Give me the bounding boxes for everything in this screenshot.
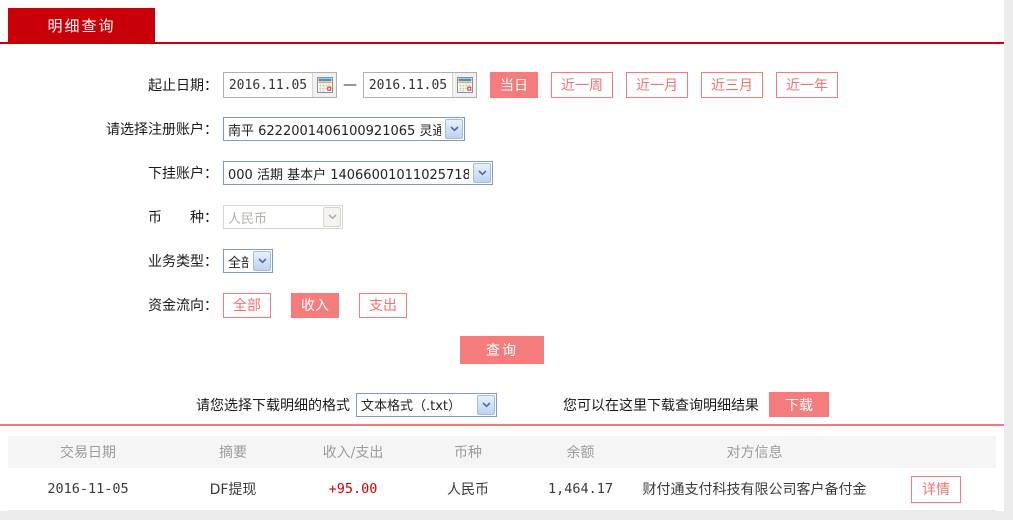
register-account-row: 请选择注册账户： 南平 6222001406100921065 灵通卡 [0, 116, 1004, 142]
table-header-row: 交易日期 摘要 收入/支出 币种 余额 对方信息 [8, 436, 996, 468]
cell-action: 详情 [876, 475, 996, 503]
business-type-label: 业务类型： [148, 254, 218, 270]
query-form: 起止日期： — [0, 44, 1004, 417]
date-separator: — [343, 77, 357, 93]
chevron-down-icon [473, 163, 491, 183]
download-button[interactable]: 下载 [769, 392, 829, 417]
cell-balance: 1,464.17 [547, 481, 614, 497]
currency-label: 币 种： [148, 210, 218, 226]
col-header-balance: 余额 [566, 445, 595, 461]
col-header-amount: 收入/支出 [322, 445, 384, 461]
detail-button[interactable]: 详情 [911, 475, 961, 503]
fund-flow-row: 资金流向： 全部 收入 支出 [0, 292, 1004, 318]
register-account-value: 南平 6222001406100921065 灵通卡 [228, 123, 441, 139]
start-date-field[interactable] [223, 72, 337, 98]
page-content: 明细查询 起止日期： 2016.11.05 — 2016.11.05 当日 近一… [0, 0, 1004, 511]
download-format-value: 文本格式（.txt） [361, 399, 462, 414]
quick-range-month-button[interactable]: 近一月 [626, 72, 688, 98]
sub-account-label: 下挂账户： [148, 166, 218, 182]
start-date-input[interactable] [224, 74, 312, 96]
fund-flow-income-button[interactable]: 收入 [291, 292, 339, 318]
cell-currency: 人民币 [447, 482, 489, 498]
query-button[interactable]: 查询 [460, 336, 544, 364]
download-format-select[interactable]: 文本格式（.txt） [356, 392, 497, 417]
end-date-input[interactable] [364, 74, 452, 96]
fund-flow-expense-button[interactable]: 支出 [359, 292, 407, 318]
quick-range-week-button[interactable]: 近一周 [551, 72, 613, 98]
currency-select: 人民币 [223, 205, 343, 229]
date-range-row: 起止日期： — [0, 72, 1004, 98]
tab-bar: 明细查询 [0, 0, 1004, 42]
chevron-down-icon [323, 207, 341, 227]
col-header-date: 交易日期 [60, 445, 116, 461]
col-header-summary: 摘要 [219, 445, 247, 461]
fund-flow-label: 资金流向： [148, 298, 218, 314]
cell-amount: +95.00 [328, 481, 378, 497]
sub-account-select[interactable]: 000 活期 基本户 1406600101102571848 [223, 161, 493, 185]
currency-row: 币 种： 人民币 [0, 204, 1004, 230]
currency-value: 人民币 [228, 211, 268, 227]
col-header-counterparty: 对方信息 [726, 445, 783, 461]
fund-flow-all-button[interactable]: 全部 [223, 292, 271, 318]
register-account-label: 请选择注册账户： [106, 122, 218, 138]
query-button-row: 查询 [0, 336, 1004, 364]
date-range-label: 起止日期： [148, 78, 218, 94]
col-header-currency: 币种 [454, 445, 482, 461]
table-top-divider [0, 424, 1004, 426]
business-type-row: 业务类型： 全部 [0, 248, 1004, 274]
download-hint-text: 您可以在这里下载查询明细结果 [563, 397, 759, 414]
business-type-value: 全部 [228, 255, 249, 271]
quick-range-3month-button[interactable]: 近三月 [701, 72, 763, 98]
tab-detail-query[interactable]: 明细查询 [8, 8, 155, 42]
table-row: 2016-11-05 DF提现 +95.00 人民币 1,464.17 财付通支… [8, 468, 996, 511]
download-row: 请您选择下载明细的格式 文本格式（.txt） 您可以在这里下载查询明细结果 下载 [196, 392, 1004, 417]
cell-date: 2016-11-05 [47, 481, 129, 497]
chevron-down-icon [477, 394, 495, 415]
chevron-down-icon [445, 119, 463, 139]
business-type-select[interactable]: 全部 [223, 249, 273, 273]
sub-account-row: 下挂账户： 000 活期 基本户 1406600101102571848 [0, 160, 1004, 186]
sub-account-value: 000 活期 基本户 1406600101102571848 [228, 167, 469, 183]
cell-summary: DF提现 [209, 482, 257, 498]
cell-counterparty: 财付通支付科技有限公司客户备付金 [642, 482, 867, 498]
download-format-label: 请您选择下载明细的格式 [196, 397, 350, 414]
results-table: 交易日期 摘要 收入/支出 币种 余额 对方信息 2016-11-05 DF提现… [0, 424, 1004, 511]
quick-range-year-button[interactable]: 近一年 [776, 72, 838, 98]
quick-range-today-button[interactable]: 当日 [490, 72, 538, 98]
calendar-icon[interactable] [452, 73, 476, 97]
register-account-select[interactable]: 南平 6222001406100921065 灵通卡 [223, 117, 465, 141]
calendar-icon[interactable] [312, 73, 336, 97]
chevron-down-icon [253, 251, 271, 271]
end-date-field[interactable] [363, 72, 477, 98]
